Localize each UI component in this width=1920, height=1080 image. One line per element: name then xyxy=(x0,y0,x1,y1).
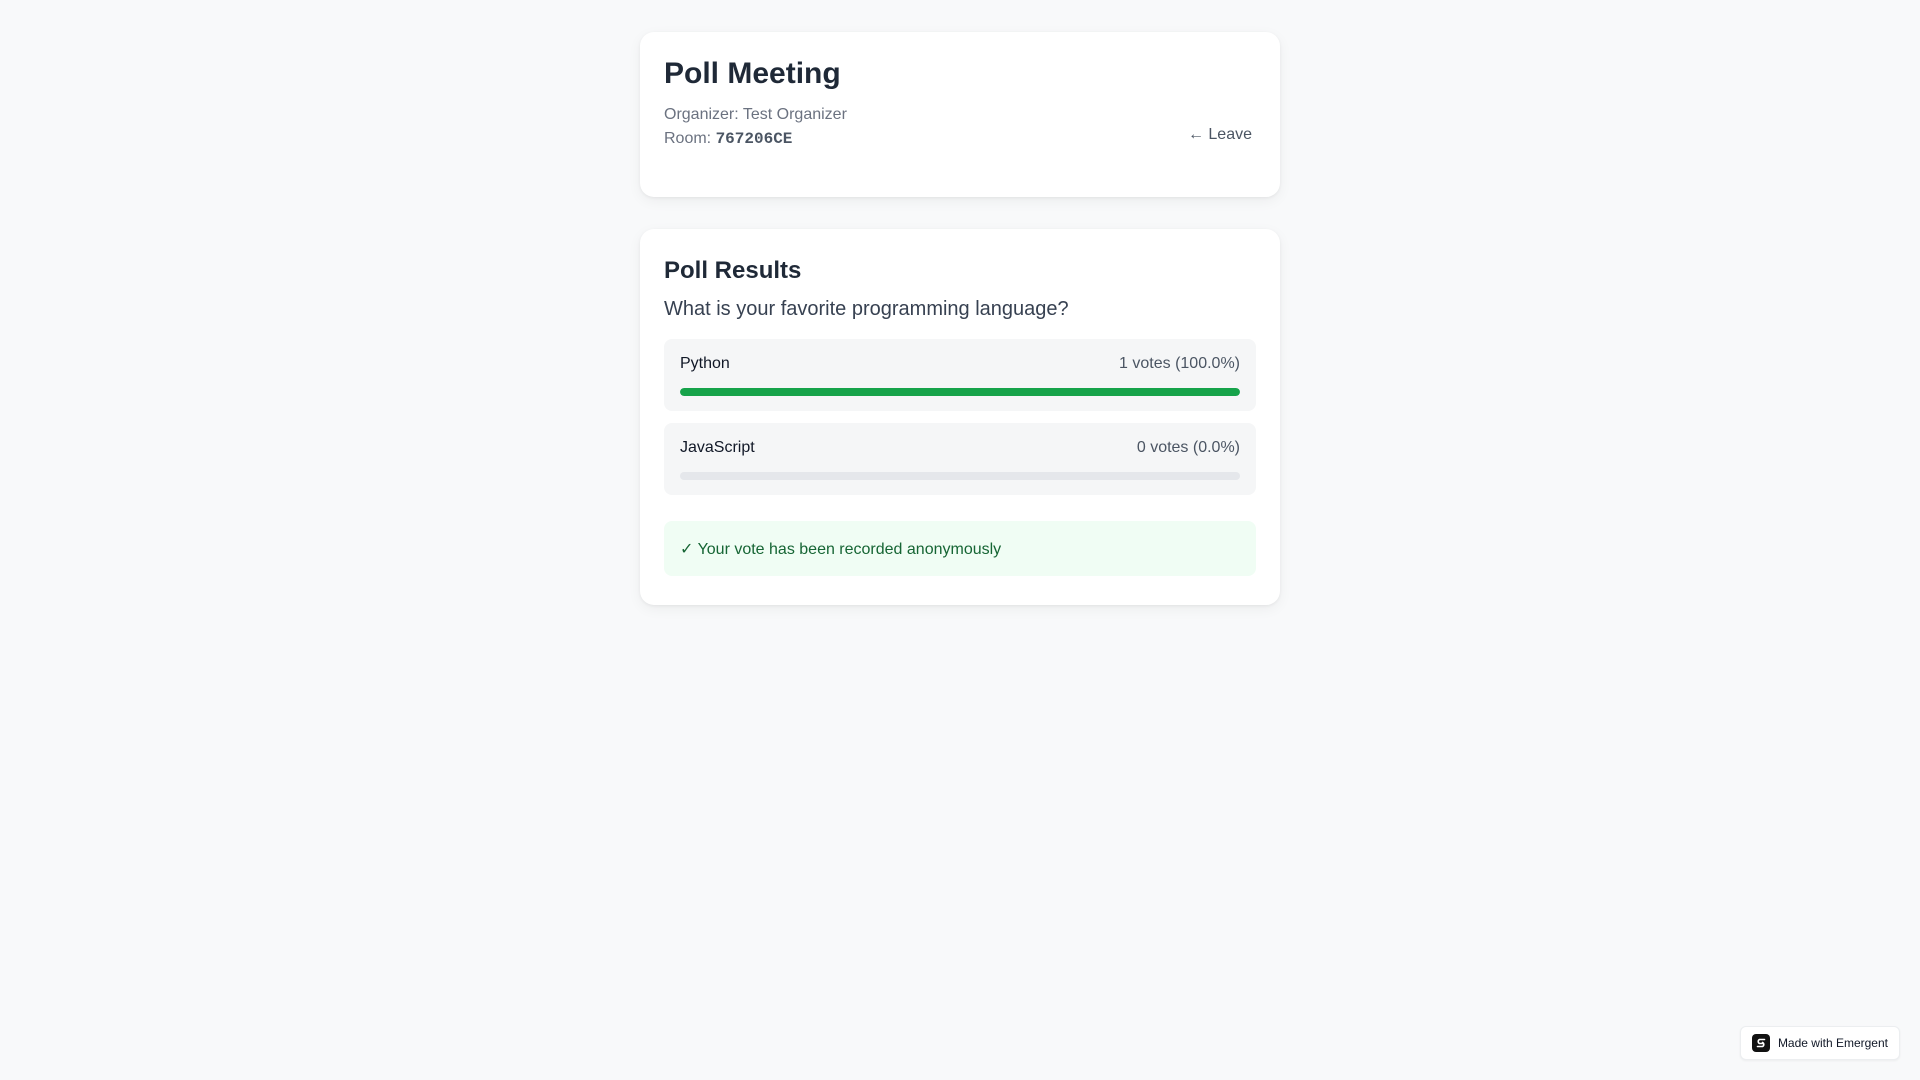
room-code: 767206CE xyxy=(715,130,793,148)
vote-recorded-notice: ✓ Your vote has been recorded anonymousl… xyxy=(664,521,1256,576)
emergent-logo-icon xyxy=(1751,1034,1770,1052)
meeting-header-card: Poll Meeting Organizer: Test Organizer R… xyxy=(640,32,1280,197)
page-title: Poll Meeting xyxy=(664,57,841,90)
poll-results-card: Poll Results What is your favorite progr… xyxy=(640,229,1280,605)
option-label: JavaScript xyxy=(680,439,755,456)
made-with-emergent-badge[interactable]: Made with Emergent xyxy=(1739,1026,1900,1060)
organizer-label: Organizer: xyxy=(664,106,743,123)
progress-track xyxy=(680,388,1240,396)
poll-option-javascript: JavaScript 0 votes (0.0%) xyxy=(664,423,1256,495)
leave-button[interactable]: ← Leave xyxy=(1184,122,1252,148)
main-container: Poll Meeting Organizer: Test Organizer R… xyxy=(640,32,1280,605)
progress-track xyxy=(680,472,1240,480)
results-title: Poll Results xyxy=(664,257,802,284)
poll-question: What is your favorite programming langua… xyxy=(664,298,1069,320)
meeting-meta: Organizer: Test Organizer Room: 767206CE xyxy=(664,103,1256,151)
option-row: Python 1 votes (100.0%) xyxy=(680,355,1240,373)
organizer-line: Organizer: Test Organizer xyxy=(664,103,1256,127)
badge-label: Made with Emergent xyxy=(1777,1036,1888,1050)
option-label: Python xyxy=(680,355,730,372)
option-row: JavaScript 0 votes (0.0%) xyxy=(680,439,1240,457)
option-vote-count: 0 votes (0.0%) xyxy=(1136,439,1240,456)
option-vote-count: 1 votes (100.0%) xyxy=(1119,355,1240,372)
poll-option-python: Python 1 votes (100.0%) xyxy=(664,339,1256,411)
room-label: Room: xyxy=(664,130,716,147)
organizer-name: Test Organizer xyxy=(742,106,847,123)
progress-fill xyxy=(680,388,1240,396)
room-line: Room: 767206CE xyxy=(664,127,1256,151)
